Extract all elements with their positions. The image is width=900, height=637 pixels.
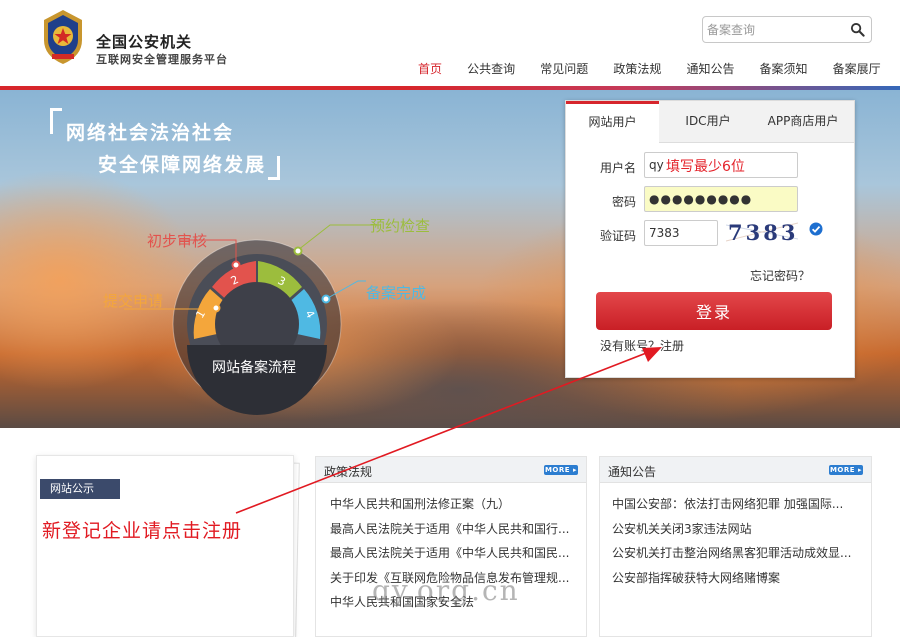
nav-notice[interactable]: 通知公告 bbox=[686, 60, 734, 77]
notify-list: 中国公安部：依法打击网络犯罪 加强国际... 公安机关关闭3家违法网站 公安机关… bbox=[612, 495, 852, 593]
flow-step-3-label: 预约检查 bbox=[370, 217, 431, 235]
captcha-image[interactable]: 7383 bbox=[726, 217, 798, 247]
captcha-text: 7383 bbox=[728, 220, 798, 245]
policy-panel: 政策法规 MORE ▸ 中华人民共和国刑法修正案（九） 最高人民法院关于适用《中… bbox=[315, 456, 587, 637]
username-label: 用户名 bbox=[599, 161, 636, 175]
flow-step-4-label: 备案完成 bbox=[366, 284, 427, 302]
flow-step-2-label: 初步审核 bbox=[147, 232, 208, 250]
password-label: 密码 bbox=[611, 195, 636, 209]
flow-title: 网站备案流程 bbox=[212, 360, 296, 376]
list-item[interactable]: 公安机关关闭3家违法网站 bbox=[612, 520, 852, 545]
list-item[interactable]: 最高人民法院关于适用《中华人民共和国民... bbox=[330, 544, 570, 569]
nav-public-query[interactable]: 公共查询 bbox=[467, 60, 515, 77]
nav-policy[interactable]: 政策法规 bbox=[613, 60, 661, 77]
list-item[interactable]: 中国公安部：依法打击网络犯罪 加强国际... bbox=[612, 495, 852, 520]
forgot-password-link[interactable]: 忘记密码？ bbox=[750, 267, 810, 284]
search-input[interactable] bbox=[707, 20, 845, 39]
banner-slogan-line2: 安全保障网络发展 bbox=[98, 154, 267, 176]
site-subtitle: 互联网安全管理服务平台 bbox=[96, 53, 228, 66]
policy-panel-title: 政策法规 bbox=[324, 465, 373, 479]
nav-filing-gallery[interactable]: 备案展厅 bbox=[833, 60, 881, 77]
list-item[interactable]: 最高人民法院关于适用《中华人民共和国行... bbox=[330, 520, 570, 545]
police-emblem-icon[interactable] bbox=[38, 6, 88, 66]
login-panel: 网站用户 IDC用户 APP商店用户 用户名 填写最少6位 密码 验证码 738… bbox=[565, 100, 855, 378]
login-button[interactable]: 登录 bbox=[596, 292, 832, 330]
main-nav: 首页 公共查询 常见问题 政策法规 通知公告 备案须知 备案展厅 bbox=[418, 58, 881, 78]
search-box bbox=[702, 16, 872, 43]
captcha-input[interactable] bbox=[644, 220, 718, 246]
tab-idc-user[interactable]: IDC用户 bbox=[666, 101, 750, 143]
flow-step-1-label: 提交申请 bbox=[103, 292, 164, 310]
notice-tag: 网站公示 bbox=[40, 479, 120, 499]
slogan-bracket-right bbox=[268, 156, 280, 180]
policy-more-button[interactable]: MORE ▸ bbox=[544, 465, 578, 475]
notify-panel-title: 通知公告 bbox=[608, 465, 657, 479]
captcha-label: 验证码 bbox=[599, 229, 636, 243]
site-header: 全国公安机关 互联网安全管理服务平台 首页 公共查询 常见问题 政策法规 通知公… bbox=[0, 0, 900, 86]
notify-panel: 通知公告 MORE ▸ 中国公安部：依法打击网络犯罪 加强国际... 公安机关关… bbox=[599, 456, 872, 637]
watermark: qy.org.cn bbox=[372, 574, 520, 607]
list-item[interactable]: 中华人民共和国刑法修正案（九） bbox=[330, 495, 570, 520]
verified-check-icon bbox=[809, 222, 823, 236]
notify-panel-header: 通知公告 MORE ▸ bbox=[600, 457, 871, 483]
banner-slogan-line1: 网络社会法治社会 bbox=[66, 122, 235, 144]
username-hint: 填写最少6位 bbox=[666, 159, 745, 175]
search-icon[interactable] bbox=[850, 22, 865, 37]
slogan-bracket-left bbox=[50, 108, 62, 134]
tab-app-store-user[interactable]: APP商店用户 bbox=[756, 101, 850, 143]
list-item[interactable]: 公安部指挥破获特大网络赌博案 bbox=[612, 569, 852, 594]
policy-panel-header: 政策法规 MORE ▸ bbox=[316, 457, 586, 483]
login-tabs: 网站用户 IDC用户 APP商店用户 bbox=[566, 101, 854, 144]
nav-filing-guide[interactable]: 备案须知 bbox=[760, 60, 808, 77]
notify-more-button[interactable]: MORE ▸ bbox=[829, 465, 863, 475]
nav-faq[interactable]: 常见问题 bbox=[540, 60, 588, 77]
tab-website-user[interactable]: 网站用户 bbox=[566, 101, 659, 144]
site-title: 全国公安机关 bbox=[96, 33, 193, 51]
nav-home[interactable]: 首页 bbox=[418, 60, 442, 77]
password-input[interactable] bbox=[644, 186, 798, 212]
list-item[interactable]: 公安机关打击整治网络黑客犯罪活动成效显... bbox=[612, 544, 852, 569]
register-annotation-text: 新登记企业请点击注册 bbox=[42, 520, 243, 542]
register-link[interactable]: 没有账号？注册 bbox=[600, 337, 684, 354]
